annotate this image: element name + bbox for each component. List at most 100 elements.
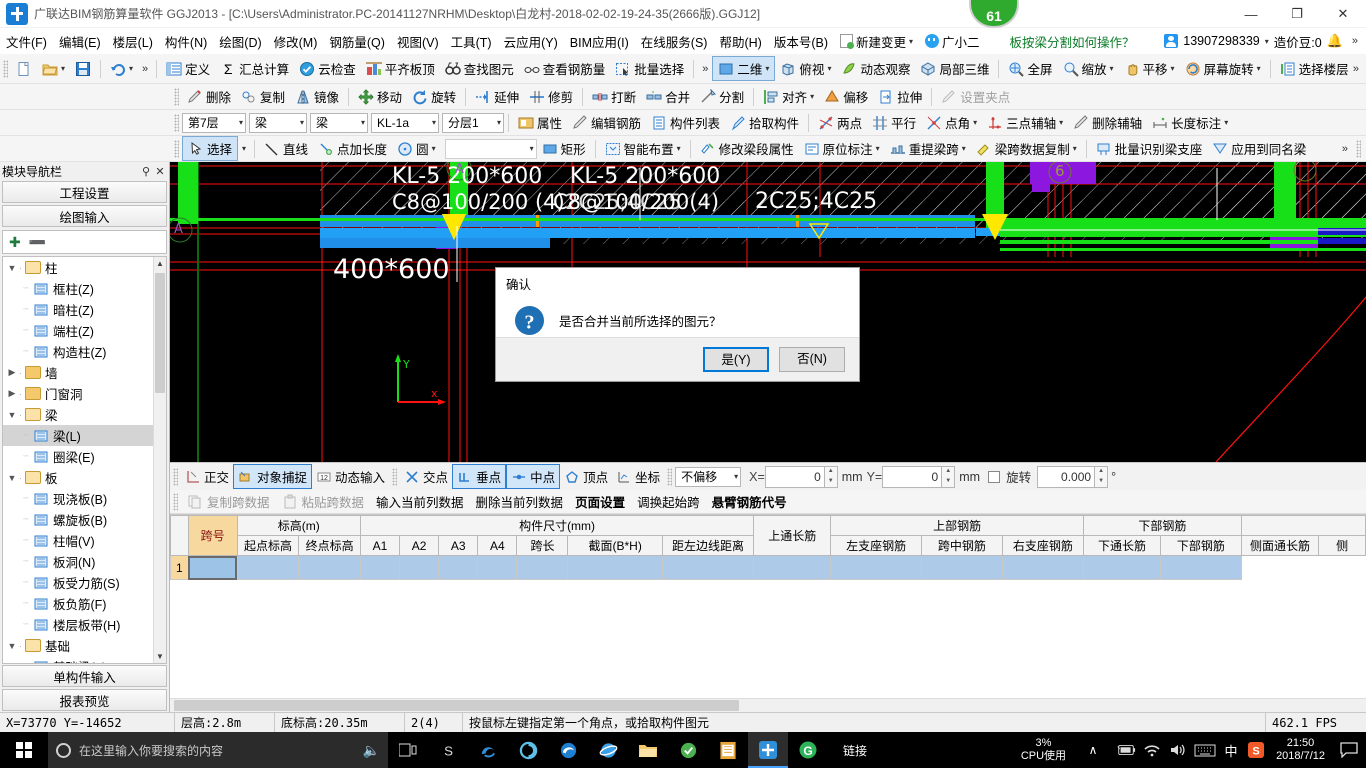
pan-button[interactable]: 平移 ▾: [1119, 57, 1180, 80]
delete-current-column-button[interactable]: 删除当前列数据: [470, 490, 570, 513]
grid-header-bottom-rebar[interactable]: 下部钢筋: [1083, 515, 1242, 536]
offset-mode-chevron-down-icon[interactable]: ▾: [734, 472, 738, 481]
view-2d-button[interactable]: 二维 ▾: [712, 56, 776, 81]
menu-help[interactable]: 帮助(H): [713, 29, 767, 54]
grid-subheader-1[interactable]: 终点标高: [298, 535, 361, 556]
tree-folder[interactable]: ▶ · 门窗洞: [3, 383, 153, 404]
account-chevron-down-icon[interactable]: ▾: [1265, 37, 1269, 46]
grid-header-top-through[interactable]: 上通长筋: [753, 515, 832, 556]
two-point-button[interactable]: 两点: [813, 111, 867, 134]
grid-scroll-region[interactable]: 跨号 标高(m) 构件尺寸(mm) 上通长筋 上部钢筋 下部钢筋 起点标高 终点标高 A1 A2 A…: [170, 515, 1366, 698]
grid-subheader-0[interactable]: 起点标高: [236, 535, 300, 556]
floor-selector[interactable]: 第7层 ▾: [182, 112, 246, 133]
coins-label[interactable]: 造价豆:0: [1274, 32, 1322, 51]
grid-subheader-11[interactable]: 右支座钢筋: [1001, 535, 1085, 556]
point-length-button[interactable]: 点加长度: [313, 137, 392, 160]
tree-folder[interactable]: ▼ · 板: [3, 467, 153, 488]
taskbar-search[interactable]: 在这里输入你要搜索的内容 🔈: [48, 732, 388, 768]
tray-expand-icon[interactable]: ∧: [1073, 732, 1113, 768]
account-phone[interactable]: 13907298339: [1183, 34, 1259, 48]
clock[interactable]: 21:50 2018/7/12: [1269, 732, 1332, 768]
view-2d-chevron-down-icon[interactable]: ▾: [765, 64, 769, 73]
blank-combo[interactable]: ▾: [444, 138, 537, 159]
sidebar-button-project-settings[interactable]: 工程设置: [2, 181, 167, 203]
smart-place-chevron-down-icon[interactable]: ▾: [677, 144, 681, 153]
grid-subheader-4[interactable]: A3: [438, 535, 479, 556]
split-button[interactable]: 分割: [695, 85, 749, 108]
in-situ-label-button[interactable]: 原位标注 ▾: [799, 137, 885, 160]
mirror-button[interactable]: 镜像: [290, 85, 344, 108]
minimize-button[interactable]: —: [1228, 0, 1274, 28]
component-selector[interactable]: KL-1a ▾: [371, 112, 439, 133]
table-row[interactable]: 1: [170, 555, 1366, 580]
toolbar4-right-grip[interactable]: [1356, 139, 1361, 158]
promo-link[interactable]: 板按梁分割如何操作？: [1010, 32, 1135, 51]
edit-beam-segment-button[interactable]: 修改梁段属性: [695, 137, 799, 160]
grid-header-side[interactable]: [1240, 515, 1366, 536]
merge-button[interactable]: 合并: [641, 85, 695, 108]
menu-edit[interactable]: 编辑(E): [53, 29, 107, 54]
floor-chevron-down-icon[interactable]: ▾: [239, 118, 243, 127]
length-dim-chevron-down-icon[interactable]: ▾: [1224, 118, 1228, 127]
grid-subheader-7[interactable]: 截面(B*H): [567, 535, 663, 556]
tree-folder[interactable]: ▼ · 基础: [3, 635, 153, 656]
cad-canvas[interactable]: KL-5 200*600 KL-5 200*600 C8@100/200 (4)…: [170, 162, 1366, 462]
offset-button[interactable]: 偏移: [819, 85, 873, 108]
toolbar2-grip[interactable]: [174, 87, 179, 106]
pin-icon[interactable]: ⚲: [139, 165, 153, 178]
toolbar4-grip[interactable]: [174, 139, 179, 158]
screen-rotate-chevron-down-icon[interactable]: ▾: [1257, 64, 1261, 73]
top-view-chevron-down-icon[interactable]: ▾: [827, 64, 831, 73]
grid-header-elevation[interactable]: 标高(m): [236, 515, 361, 536]
component-list-button[interactable]: 构件列表: [646, 111, 725, 134]
grid-subheader-6[interactable]: 跨长: [516, 535, 569, 556]
input-current-column-button[interactable]: 输入当前列数据: [370, 490, 470, 513]
grip-point-button[interactable]: 设置夹点: [936, 85, 1015, 108]
dialog-yes-button[interactable]: 是(Y): [703, 347, 769, 372]
ie-icon[interactable]: [588, 732, 628, 768]
menubar-overflow-icon[interactable]: »: [1348, 35, 1362, 47]
tree-item[interactable]: ┈ 框柱(Z): [3, 278, 153, 299]
notification-badge[interactable]: 61: [969, 0, 1019, 28]
close-icon[interactable]: ✕: [153, 165, 167, 178]
point-angle-chevron-down-icon[interactable]: ▾: [973, 118, 977, 127]
fullscreen-button[interactable]: 全屏: [1003, 57, 1057, 80]
tree-item[interactable]: ┈ 楼层板带(H): [3, 614, 153, 635]
perpendicular-snap[interactable]: 垂点: [452, 464, 507, 489]
find-element-button[interactable]: 查找图元: [440, 57, 519, 80]
grid-cell[interactable]: [753, 555, 832, 580]
orbit-button[interactable]: 动态观察: [836, 57, 915, 80]
trim-button[interactable]: 修剪: [524, 85, 578, 108]
grid-cell[interactable]: [516, 555, 569, 580]
maximize-button[interactable]: ❐: [1274, 0, 1320, 28]
swap-start-span-button[interactable]: 调换起始跨: [631, 490, 706, 513]
cloud-check-button[interactable]: 云检查: [294, 57, 361, 80]
grid-cell[interactable]: [1001, 555, 1085, 580]
sidebar-button-single-component-input[interactable]: 单构件输入: [2, 665, 167, 687]
tabletoolbar-grip[interactable]: [173, 492, 178, 511]
span-data-copy-button[interactable]: 梁跨数据复制 ▾: [971, 137, 1082, 160]
midpoint-snap[interactable]: 中点: [506, 464, 561, 489]
tree-item[interactable]: ┈ 梁(L): [3, 425, 153, 446]
pick-component-button[interactable]: 拾取构件: [725, 111, 804, 134]
copy-span-data-button[interactable]: 复制跨数据: [181, 490, 276, 513]
grid-header-span-no[interactable]: 跨号: [187, 515, 238, 556]
grid-subheader-10[interactable]: 跨中钢筋: [921, 535, 1003, 556]
circle-tool-button[interactable]: 圆 ▾: [392, 137, 441, 160]
zoom-chevron-down-icon[interactable]: ▾: [1110, 64, 1114, 73]
toolbar1b-overflow-icon[interactable]: »: [698, 63, 712, 75]
scroll-up-icon[interactable]: ▲: [154, 257, 166, 270]
close-button[interactable]: ✕: [1320, 0, 1366, 28]
grid-subheader-2[interactable]: A1: [359, 535, 401, 556]
apply-same-beam-button[interactable]: 应用到同名梁: [1207, 137, 1311, 160]
intersection-snap[interactable]: 交点: [400, 465, 452, 488]
grid-subheader-12[interactable]: 下通长筋: [1083, 535, 1161, 556]
grid-subheader-15[interactable]: 侧: [1318, 535, 1366, 556]
row-number[interactable]: 1: [170, 555, 189, 580]
three-point-axis-chevron-down-icon[interactable]: ▾: [1059, 118, 1063, 127]
chevron-down-icon[interactable]: ▼: [5, 410, 19, 420]
grid-header-dimensions[interactable]: 构件尺寸(mm): [359, 515, 755, 536]
point-angle-button[interactable]: 点角 ▾: [921, 111, 982, 134]
pan-chevron-down-icon[interactable]: ▾: [1171, 64, 1175, 73]
line-tool-button[interactable]: 直线: [259, 137, 313, 160]
